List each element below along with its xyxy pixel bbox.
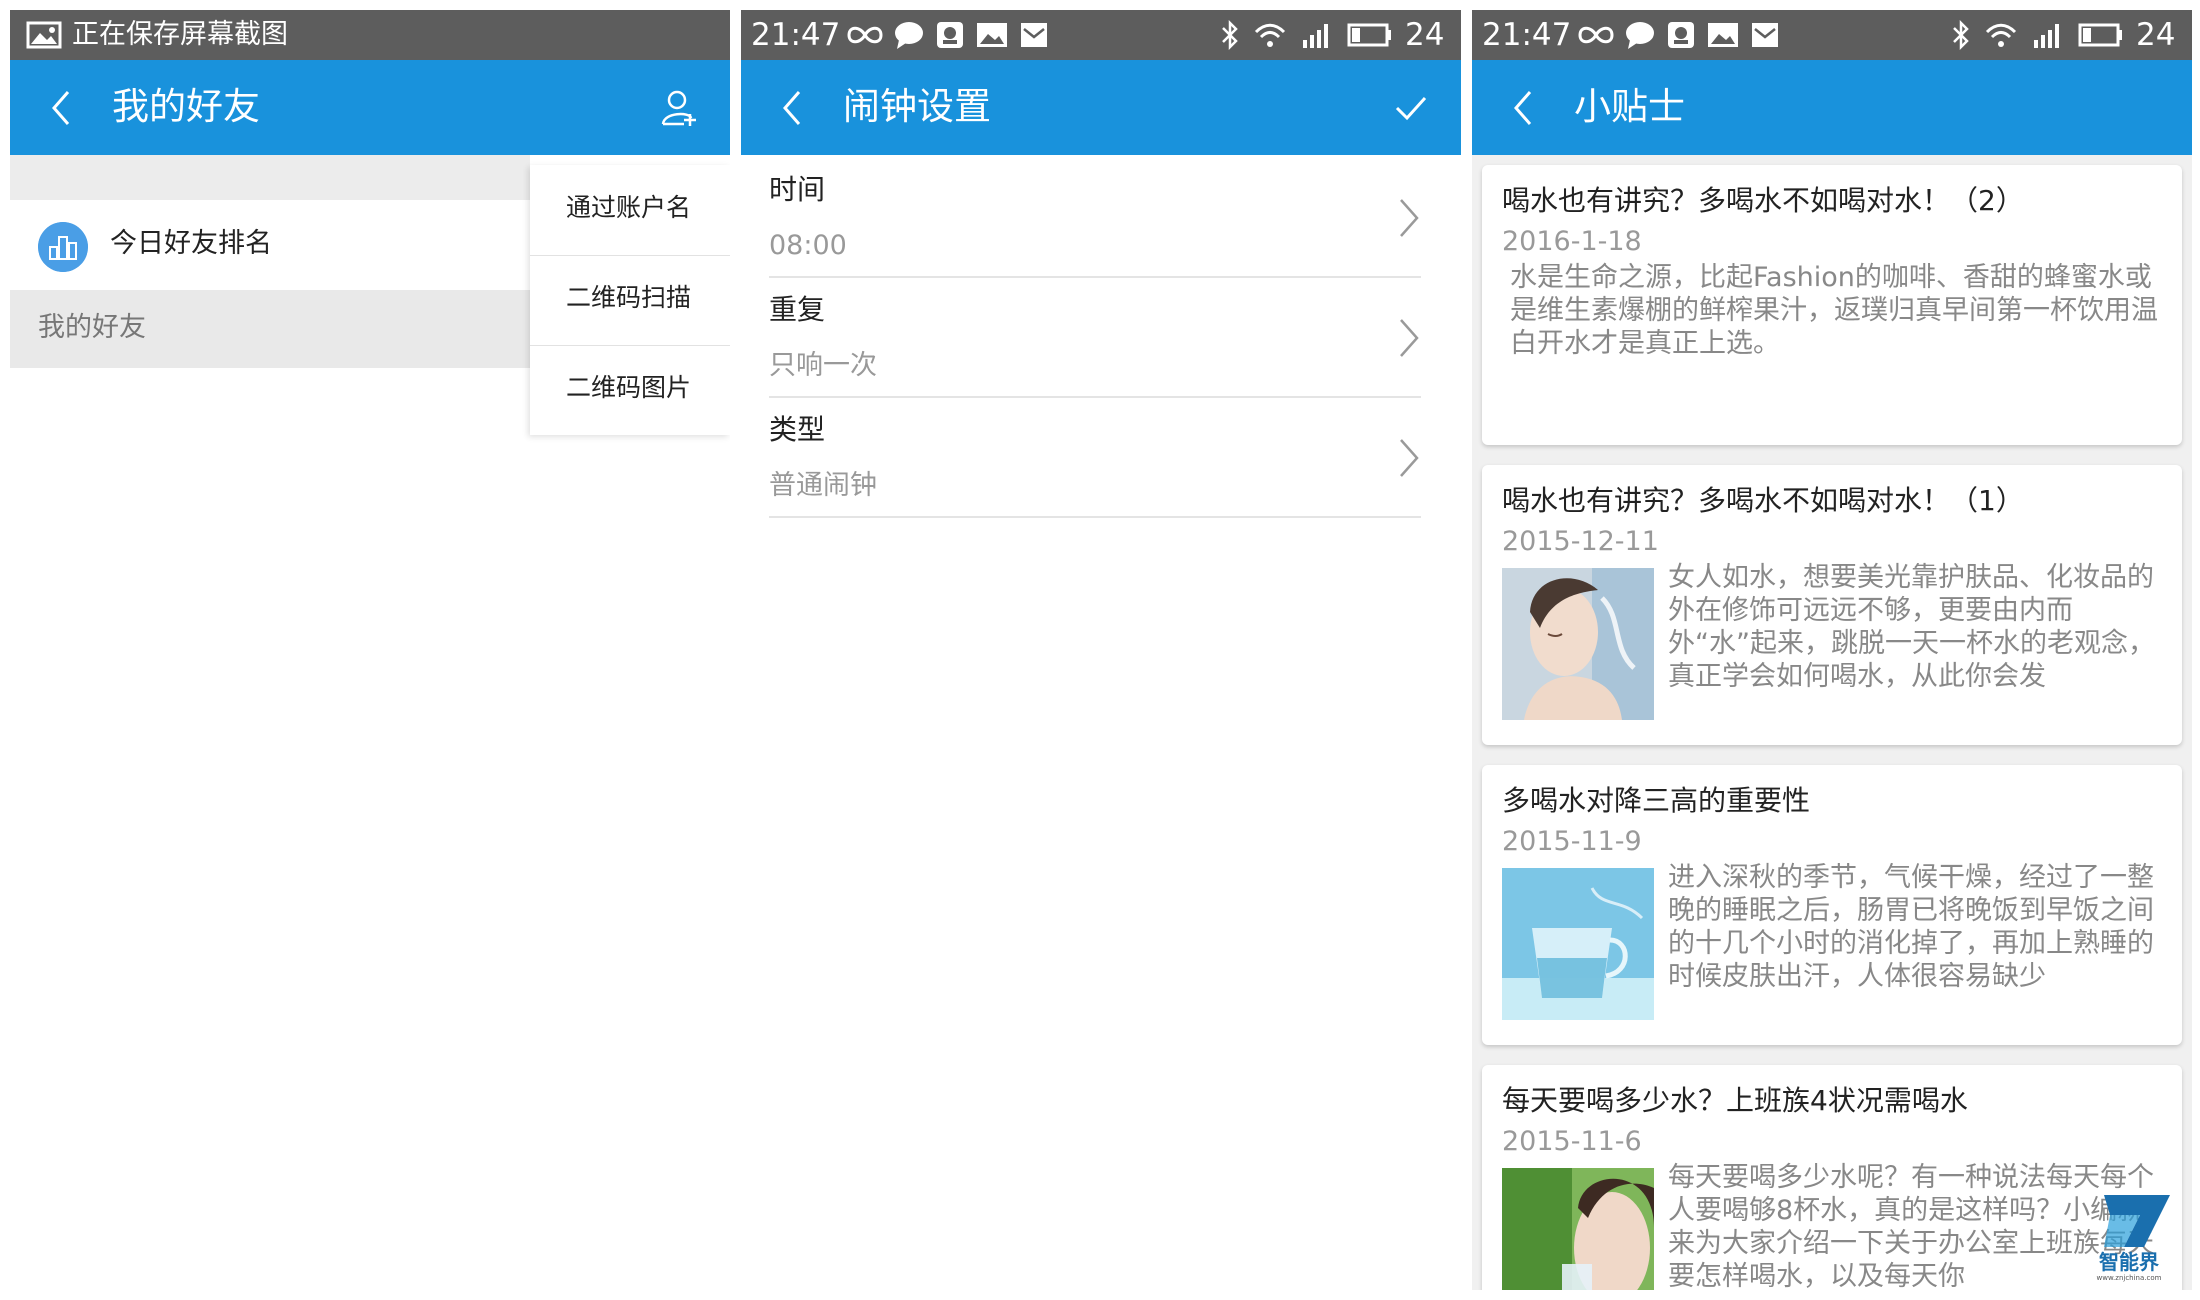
chat-bubble-icon — [1626, 22, 1654, 49]
chevron-right-icon — [1400, 319, 1419, 357]
title-bar: 我的好友 — [10, 60, 730, 155]
article-date: 2015-12-11 — [1502, 526, 1659, 557]
article-card[interactable]: 多喝水对降三高的重要性 2015-11-9 进入深秋的季节，气候干燥，经过了一整… — [1482, 765, 2182, 1045]
setting-row-type[interactable]: 类型 普通闹钟 — [769, 398, 1421, 518]
page-title: 闹钟设置 — [843, 85, 991, 128]
notification-icon — [937, 22, 963, 48]
article-thumbnail-woman-drinking — [1502, 1168, 1654, 1290]
setting-row-repeat[interactable]: 重复 只响一次 — [769, 278, 1421, 398]
article-summary: 进入深秋的季节，气候干燥，经过了一整晚的睡眠之后，肠胃已将晚饭到早饭之间的十几个… — [1668, 862, 2154, 992]
image-icon — [1708, 23, 1738, 47]
title-bar: 小贴士 — [1472, 60, 2192, 155]
article-date: 2015-11-9 — [1502, 826, 1642, 857]
status-bar: 21:47 24 — [741, 10, 1461, 60]
battery-level: 24 — [2136, 17, 2176, 53]
today-ranking-row[interactable]: 今日好友排名 — [10, 200, 530, 290]
setting-label: 重复 — [769, 293, 826, 326]
page-title: 我的好友 — [112, 85, 260, 128]
menu-item-by-account[interactable]: 通过账户名 — [530, 165, 730, 255]
alarm-settings-screen: 21:47 24 闹钟设置 时间 08:00 重复 只响一次 类型 普通闹钟 — [741, 10, 1461, 1290]
article-date: 2015-11-6 — [1502, 1126, 1642, 1157]
add-friend-popup-menu: 通过账户名 二维码扫描 二维码图片 — [530, 165, 730, 435]
notification-icon — [1668, 22, 1694, 48]
today-ranking-label: 今日好友排名 — [110, 228, 272, 259]
page-title: 小贴士 — [1574, 85, 1685, 128]
battery-icon — [2078, 23, 2122, 47]
battery-icon — [1347, 23, 1391, 47]
menu-item-label: 二维码图片 — [566, 373, 692, 402]
status-time: 21:47 — [1482, 17, 1572, 53]
article-date: 2016-1-18 — [1502, 226, 1642, 257]
signal-icon — [2034, 24, 2059, 48]
menu-item-label: 通过账户名 — [566, 193, 692, 222]
article-title: 每天要喝多少水？上班族4状况需喝水 — [1502, 1084, 1968, 1117]
back-arrow-icon[interactable] — [46, 88, 82, 128]
setting-value: 只响一次 — [769, 350, 877, 381]
my-friends-header: 我的好友 — [10, 290, 530, 368]
status-time: 21:47 — [751, 17, 841, 53]
infinity-icon — [1578, 26, 1614, 44]
article-summary: 女人如水，想要美光靠护肤品、化妆品的外在修饰可远远不够，更要由内而外“水”起来，… — [1668, 562, 2155, 692]
svg-text:www.znjchina.com: www.znjchina.com — [2097, 1274, 2162, 1282]
image-icon — [26, 21, 62, 49]
mail-icon — [1021, 23, 1047, 47]
add-friend-icon[interactable] — [660, 88, 700, 128]
brand-watermark-logo: 智能界 www.znjchina.com — [2097, 1195, 2170, 1282]
bluetooth-icon — [1953, 20, 1969, 50]
image-icon — [977, 23, 1007, 47]
wifi-icon — [1254, 23, 1286, 47]
setting-value: 08:00 — [769, 230, 847, 261]
svg-text:智能界: 智能界 — [2099, 1250, 2159, 1274]
article-thumbnail-glass-cup — [1502, 868, 1654, 1020]
setting-value: 普通闹钟 — [769, 470, 877, 501]
chat-bubble-icon — [895, 22, 923, 49]
status-saving-text: 正在保存屏幕截图 — [72, 19, 288, 50]
article-thumbnail-face-water — [1502, 568, 1654, 720]
menu-item-qr-image[interactable]: 二维码图片 — [530, 345, 730, 435]
setting-label: 类型 — [769, 413, 826, 446]
menu-item-label: 二维码扫描 — [566, 283, 692, 312]
status-bar: 21:47 24 — [1472, 10, 2192, 60]
chevron-right-icon — [1400, 199, 1419, 237]
chevron-right-icon — [1400, 439, 1419, 477]
setting-label: 时间 — [769, 173, 826, 206]
back-arrow-icon[interactable] — [777, 88, 813, 128]
back-arrow-icon[interactable] — [1508, 88, 1544, 128]
article-title: 喝水也有讲究？多喝水不如喝对水！（1） — [1502, 484, 2024, 517]
battery-level: 24 — [1405, 17, 1445, 53]
bluetooth-icon — [1222, 20, 1238, 50]
title-bar: 闹钟设置 — [741, 60, 1461, 155]
article-card[interactable]: 喝水也有讲究？多喝水不如喝对水！（1） 2015-12-11 女人如水，想要美光… — [1482, 465, 2182, 745]
friends-screen: 正在保存屏幕截图 我的好友 今日好友排名 我的好友 通过账户名 二维码扫描 二维… — [10, 10, 730, 1290]
status-bar: 正在保存屏幕截图 — [10, 10, 730, 60]
ranking-icon — [38, 222, 88, 272]
article-title: 多喝水对降三高的重要性 — [1502, 784, 1811, 817]
wifi-icon — [1985, 23, 2017, 47]
mail-icon — [1752, 23, 1778, 47]
setting-row-time[interactable]: 时间 08:00 — [769, 158, 1421, 278]
tips-screen: 21:47 24 小贴士 喝水也有讲究？多喝水不如喝对水！（2） 2016-1-… — [1472, 10, 2192, 1290]
signal-icon — [1303, 24, 1328, 48]
article-title: 喝水也有讲究？多喝水不如喝对水！（2） — [1502, 184, 2024, 217]
infinity-icon — [847, 26, 883, 44]
article-summary: 水是生命之源，比起Fashion的咖啡、香甜的蜂蜜水或是维生素爆棚的鲜榨果汁，返… — [1510, 262, 2158, 359]
menu-item-qr-scan[interactable]: 二维码扫描 — [530, 255, 730, 345]
article-card[interactable]: 喝水也有讲究？多喝水不如喝对水！（2） 2016-1-18 水是生命之源，比起F… — [1482, 165, 2182, 445]
spacer-bar — [10, 155, 530, 200]
checkmark-icon[interactable] — [1391, 88, 1431, 128]
my-friends-header-label: 我的好友 — [38, 312, 146, 343]
